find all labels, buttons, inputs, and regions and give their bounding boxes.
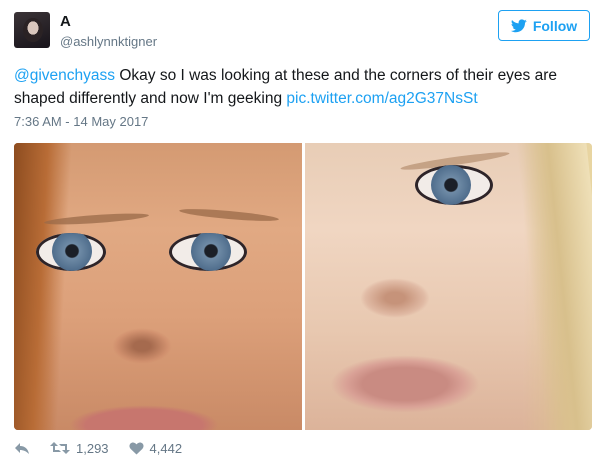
twitter-bird-icon [510,18,527,32]
reply-icon [15,443,29,454]
author-display-name[interactable]: A [60,13,71,30]
retweet-count: 1,293 [76,440,109,456]
face-photo-right[interactable] [304,143,592,430]
avatar[interactable] [14,12,50,48]
retweet-icon [50,442,70,454]
follow-button[interactable]: Follow [498,10,590,41]
tweet-timestamp[interactable]: 7:36 AM - 14 May 2017 [14,114,148,129]
tweet-media[interactable] [14,143,592,430]
retweet-button[interactable]: 1,293 [50,441,109,456]
tweet-text: @givenchyass Okay so I was looking at th… [14,64,592,110]
like-count: 4,442 [149,440,183,456]
reply-button[interactable] [14,441,30,455]
author-handle[interactable]: @ashlynnktigner [60,34,157,49]
media-link[interactable]: pic.twitter.com/ag2G37NsSt [286,90,477,107]
heart-icon [129,442,144,455]
mention-link[interactable]: @givenchyass [14,67,115,84]
follow-button-label: Follow [532,17,578,34]
like-button[interactable]: 4,442 [129,440,183,456]
face-photo-left[interactable] [14,143,302,430]
tweet-actions: 1,293 4,442 [14,438,182,458]
